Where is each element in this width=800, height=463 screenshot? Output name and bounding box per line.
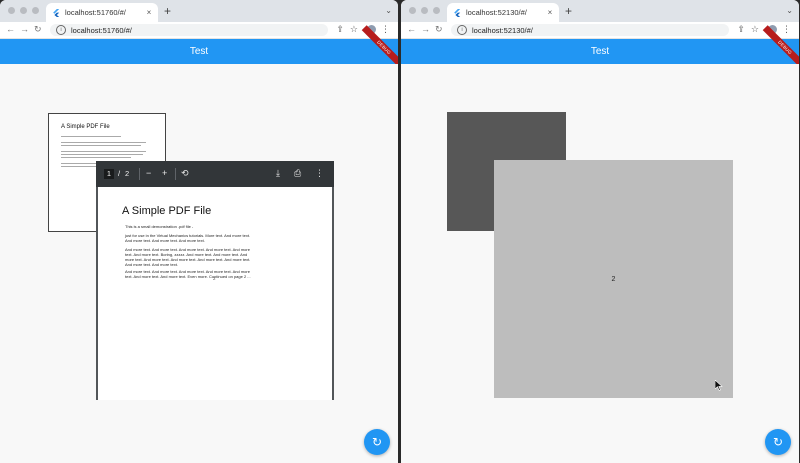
tab-search-icon[interactable]: ⌄ (385, 6, 392, 15)
mouse-cursor-icon (715, 380, 723, 391)
tab-strip: localhost:52130/#/ × + ⌄ (401, 0, 799, 22)
app-content: A Simple PDF File 1 / 2 − + ⟲ ⤓ ⎙ ⋮ A Si… (0, 64, 398, 463)
tab-title: localhost:52130/#/ (466, 8, 527, 17)
browser-toolbar: ← → ↻ i localhost:52130/#/ ⇪ ☆ ⋮ (401, 22, 799, 39)
close-window-button[interactable] (409, 7, 416, 14)
forward-icon[interactable]: → (421, 24, 430, 34)
back-icon[interactable]: ← (407, 24, 416, 34)
thumbnail-line (61, 145, 141, 146)
page-number-input[interactable]: 1 (104, 169, 114, 179)
minimize-window-button[interactable] (421, 7, 428, 14)
tab-search-icon[interactable]: ⌄ (786, 6, 793, 15)
browser-menu-icon[interactable]: ⋮ (782, 24, 791, 35)
thumbnail-line (61, 154, 143, 155)
thumbnail-line (61, 136, 121, 137)
rotate-icon[interactable]: ⟲ (181, 168, 189, 179)
share-icon[interactable]: ⇪ (336, 24, 344, 35)
address-bar[interactable]: i localhost:51760/#/ (50, 24, 328, 36)
browser-window-left: localhost:51760/#/ × + ⌄ ← → ↻ i localho… (0, 0, 398, 463)
tab-strip: localhost:51760/#/ × + ⌄ (0, 0, 398, 22)
flutter-icon (53, 8, 60, 17)
refresh-fab[interactable]: ↻ (364, 429, 390, 455)
download-icon[interactable]: ⤓ (276, 168, 280, 179)
pdf-paragraph: And more text. And more text. And more t… (125, 247, 251, 267)
pdf-viewer-toolbar: 1 / 2 − + ⟲ ⤓ ⎙ ⋮ (96, 161, 334, 187)
reload-icon[interactable]: ↻ (34, 24, 42, 35)
forward-icon[interactable]: → (20, 24, 29, 34)
zoom-window-button[interactable] (32, 7, 39, 14)
site-info-icon[interactable]: i (457, 25, 467, 35)
tab-close-icon[interactable]: × (545, 8, 555, 17)
window-controls (8, 7, 39, 14)
close-window-button[interactable] (8, 7, 15, 14)
thumbnail-line (61, 157, 131, 158)
address-bar[interactable]: i localhost:52130/#/ (451, 24, 729, 36)
new-tab-button[interactable]: + (565, 4, 572, 18)
app-bar-title: Test (590, 46, 610, 57)
app-bar: Test (401, 39, 799, 64)
browser-window-right: localhost:52130/#/ × + ⌄ ← → ↻ i localho… (401, 0, 799, 463)
page-placeholder[interactable]: 2 (494, 160, 733, 398)
tab-title: localhost:51760/#/ (65, 8, 126, 17)
toolbar-divider (139, 168, 140, 180)
pdf-paragraph: This is a small demonstration .pdf file … (125, 224, 194, 229)
browser-menu-icon[interactable]: ⋮ (381, 24, 390, 35)
pdf-paragraph: just for use in the Virtual Mechanics tu… (125, 233, 251, 243)
zoom-out-icon[interactable]: − (146, 168, 151, 178)
more-options-icon[interactable]: ⋮ (315, 168, 324, 179)
pdf-paragraph: And more text. And more text. And more t… (125, 269, 251, 279)
bookmark-star-icon[interactable]: ☆ (350, 24, 358, 35)
overlay-page-number: 2 (213, 276, 216, 281)
flutter-icon (454, 8, 461, 17)
app-bar-title: Test (189, 46, 209, 57)
zoom-window-button[interactable] (433, 7, 440, 14)
pdf-viewer[interactable]: 1 / 2 − + ⟲ ⤓ ⎙ ⋮ A Simple PDF File This… (96, 161, 334, 400)
app-content: 2 ↻ (401, 64, 799, 463)
screen: localhost:51760/#/ × + ⌄ ← → ↻ i localho… (0, 0, 800, 463)
thumbnail-line (61, 151, 146, 152)
pdf-document-title: A Simple PDF File (122, 205, 212, 217)
thumbnail-line (61, 142, 146, 143)
site-info-icon[interactable]: i (56, 25, 66, 35)
tab-close-icon[interactable]: × (144, 8, 154, 17)
url-text: localhost:51760/#/ (71, 25, 132, 35)
back-icon[interactable]: ← (6, 24, 15, 34)
pdf-page: A Simple PDF File This is a small demons… (98, 187, 332, 400)
reload-icon[interactable]: ↻ (435, 24, 443, 35)
window-controls (409, 7, 440, 14)
refresh-icon: ↻ (371, 435, 383, 449)
page-separator: / (118, 169, 121, 178)
app-bar: Test (0, 39, 398, 64)
zoom-in-icon[interactable]: + (162, 168, 167, 178)
bookmark-star-icon[interactable]: ☆ (751, 24, 759, 35)
browser-tab[interactable]: localhost:51760/#/ × (46, 3, 158, 22)
placeholder-label: 2 (611, 275, 616, 283)
browser-tab[interactable]: localhost:52130/#/ × (447, 3, 559, 22)
minimize-window-button[interactable] (20, 7, 27, 14)
page-total: 2 (125, 169, 130, 178)
thumbnail-title: A Simple PDF File (61, 124, 110, 130)
new-tab-button[interactable]: + (164, 4, 171, 18)
toolbar-divider (175, 168, 176, 180)
url-text: localhost:52130/#/ (472, 25, 533, 35)
refresh-fab[interactable]: ↻ (765, 429, 791, 455)
browser-toolbar: ← → ↻ i localhost:51760/#/ ⇪ ☆ ⋮ (0, 22, 398, 39)
share-icon[interactable]: ⇪ (737, 24, 745, 35)
refresh-icon: ↻ (772, 435, 784, 449)
print-icon[interactable]: ⎙ (294, 168, 301, 179)
